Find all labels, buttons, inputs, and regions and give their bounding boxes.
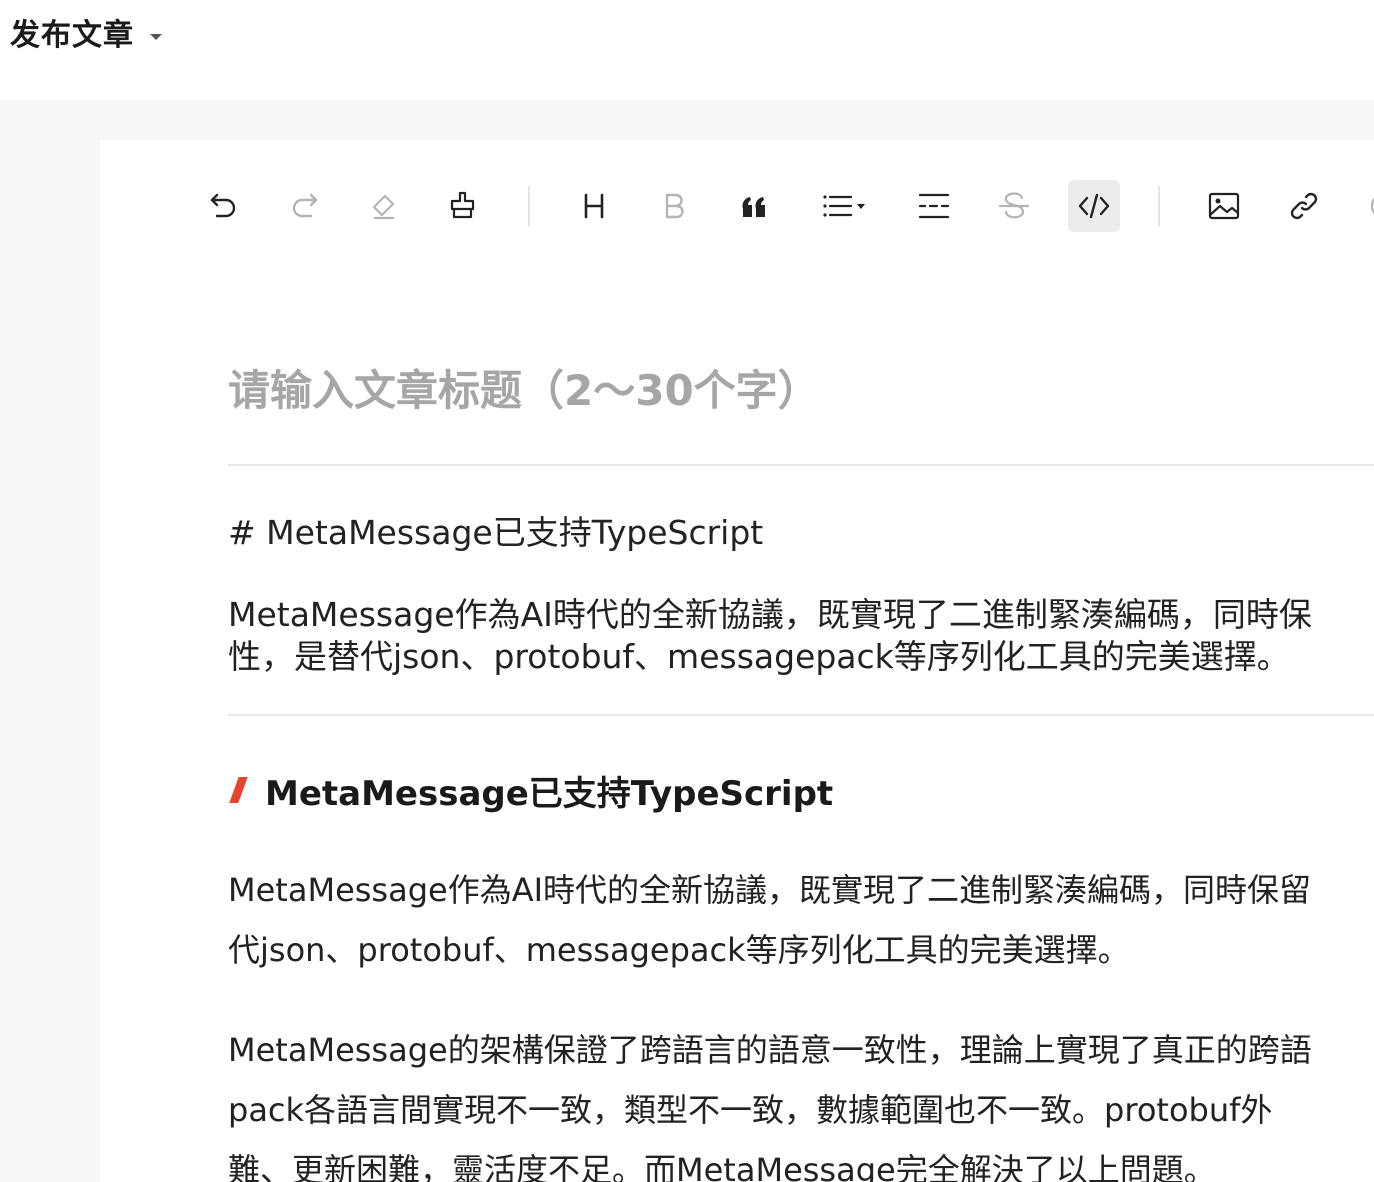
caret-down-icon: [150, 34, 162, 40]
preview-paragraph-2: MetaMessage的架構保證了跨語言的語意一致性，理論上實現了真正的跨語 p…: [228, 1020, 1374, 1182]
format-painter-button[interactable]: [436, 180, 488, 232]
preview-paragraph-line: 難、更新困難，靈活度不足。而MetaMessage完全解決了以上問題。: [228, 1151, 1216, 1182]
preview-paragraph-line: 代json、protobuf、messagepack等序列化工具的完美選擇。: [228, 931, 1130, 969]
preview-divider: [228, 714, 1374, 716]
clear-format-button[interactable]: [358, 180, 410, 232]
heading-icon: [584, 193, 604, 219]
editor-toolbar: [100, 140, 1374, 274]
undo-button[interactable]: [198, 180, 250, 232]
rendered-preview: MetaMessage已支持TypeScript MetaMessage作為AI…: [228, 764, 1374, 1182]
link-button[interactable]: [1278, 180, 1330, 232]
preview-paragraph-1: MetaMessage作為AI時代的全新協議，既實現了二進制緊湊編碼，同時保留 …: [228, 860, 1374, 980]
quote-button[interactable]: [728, 180, 780, 232]
image-button[interactable]: [1198, 180, 1250, 232]
heading-accent-icon: [229, 777, 248, 803]
article-title-input[interactable]: [228, 354, 1374, 426]
code-icon: [1078, 193, 1110, 219]
divider-icon: [918, 193, 950, 219]
publish-article-label: 发布文章: [10, 18, 134, 53]
publish-article-dropdown[interactable]: 发布文章: [10, 14, 162, 58]
divider-button[interactable]: [908, 180, 960, 232]
title-divider: [228, 464, 1374, 466]
redo-button[interactable]: [278, 180, 330, 232]
source-paragraph-line: 性，是替代json、protobuf、messagepack等序列化工具的完美選…: [228, 637, 1290, 676]
editor-card: # MetaMessage已支持TypeScript MetaMessage作為…: [100, 140, 1374, 1182]
toolbar-separator: [1158, 186, 1160, 226]
more-tools-button[interactable]: [1358, 180, 1374, 232]
quote-icon: [742, 197, 765, 217]
preview-paragraph-line: MetaMessage作為AI時代的全新協議，既實現了二進制緊湊編碼，同時保留: [228, 871, 1312, 909]
markdown-source[interactable]: # MetaMessage已支持TypeScript MetaMessage作為…: [228, 512, 1374, 678]
preview-heading-text: MetaMessage已支持TypeScript: [265, 773, 834, 814]
preview-paragraph-line: pack各語言間實現不一致，類型不一致，數據範圍也不一致。protobuf外: [228, 1091, 1273, 1129]
toolbar-separator: [528, 186, 530, 226]
heading-button[interactable]: [568, 180, 620, 232]
preview-paragraph-line: MetaMessage的架構保證了跨語言的語意一致性，理論上實現了真正的跨語: [228, 1031, 1312, 1069]
code-button[interactable]: [1068, 180, 1120, 232]
bold-icon: [665, 193, 684, 219]
image-icon: [1208, 192, 1240, 220]
bold-button[interactable]: [648, 180, 700, 232]
source-paragraph-line: MetaMessage作為AI時代的全新協議，既實現了二進制緊湊編碼，同時保: [228, 595, 1312, 634]
list-button[interactable]: [812, 180, 876, 232]
eraser-icon: [372, 194, 395, 220]
top-bar: 发布文章: [0, 0, 1374, 100]
source-heading-line: # MetaMessage已支持TypeScript: [228, 513, 764, 552]
strikethrough-button[interactable]: [988, 180, 1040, 232]
list-icon: [823, 195, 865, 217]
link-icon: [1290, 192, 1318, 220]
preview-heading: MetaMessage已支持TypeScript: [228, 764, 1374, 816]
format-painter-icon: [450, 191, 475, 219]
undo-icon: [210, 193, 236, 218]
redo-icon: [292, 193, 318, 218]
strikethrough-icon: [998, 192, 1030, 219]
more-tools-icon: [1370, 197, 1374, 215]
